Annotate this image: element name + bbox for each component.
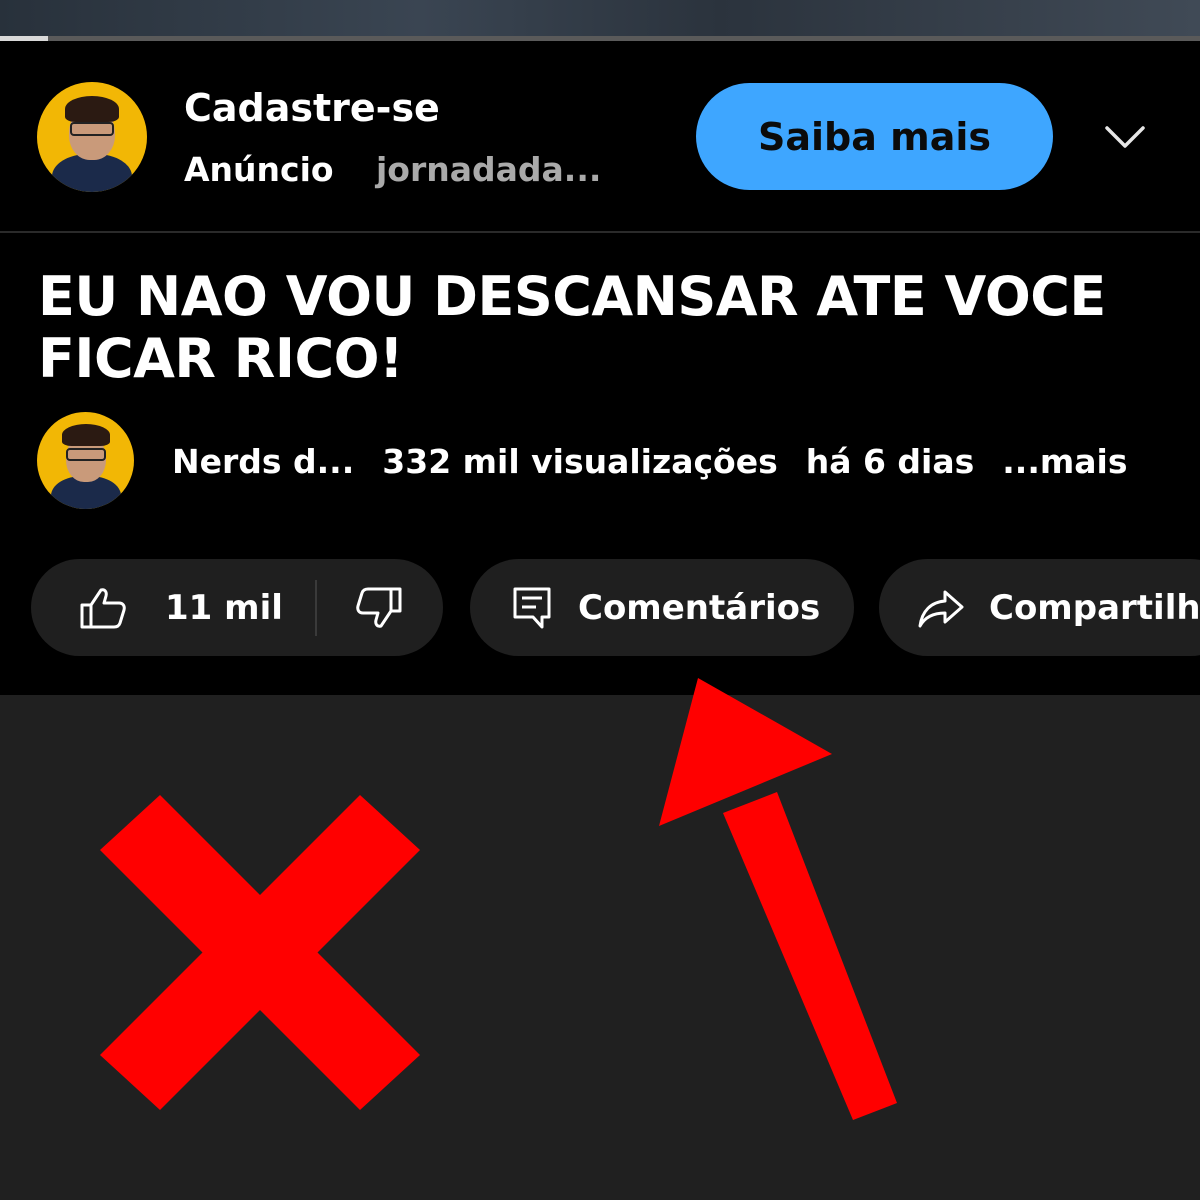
video-title: EU NAO VOU DESCANSAR ATE VOCE FICAR RICO… [38,265,1106,390]
video-player-bottom[interactable] [0,0,1200,40]
like-count[interactable]: 11 mil [165,588,283,628]
more-link[interactable]: ...mais [1002,442,1127,481]
ad-url[interactable]: jornadada... [376,150,601,189]
like-separator [314,579,317,636]
comments-label: Comentários [578,587,821,628]
channel-avatar[interactable] [37,412,134,509]
divider [0,231,1200,233]
comments-button[interactable]: Comentários [470,559,854,656]
like-dislike-pill: 11 mil [31,559,443,656]
learn-more-label: Saiba mais [758,114,991,159]
view-count: 332 mil visualizações [382,442,778,481]
channel-name[interactable]: Nerds d... [172,442,354,481]
upload-age: há 6 dias [805,442,975,481]
ad-title[interactable]: Cadastre-se [184,86,440,130]
video-meta-row[interactable]: Nerds d... 332 mil visualizações há 6 di… [0,412,1200,510]
share-icon [918,590,964,627]
comment-icon [513,587,551,628]
dislike-icon[interactable] [355,586,403,630]
advertiser-avatar[interactable] [37,82,147,192]
comments-area-empty [0,695,1200,1200]
share-label: Compartilh [989,587,1200,628]
video-meta-text: Nerds d... 332 mil visualizações há 6 di… [172,442,1127,481]
learn-more-button[interactable]: Saiba mais [696,83,1053,190]
chevron-down-icon[interactable] [1102,114,1148,160]
share-button[interactable]: Compartilh [879,559,1200,656]
ad-label: Anúncio [184,150,334,189]
like-icon[interactable] [79,586,127,630]
